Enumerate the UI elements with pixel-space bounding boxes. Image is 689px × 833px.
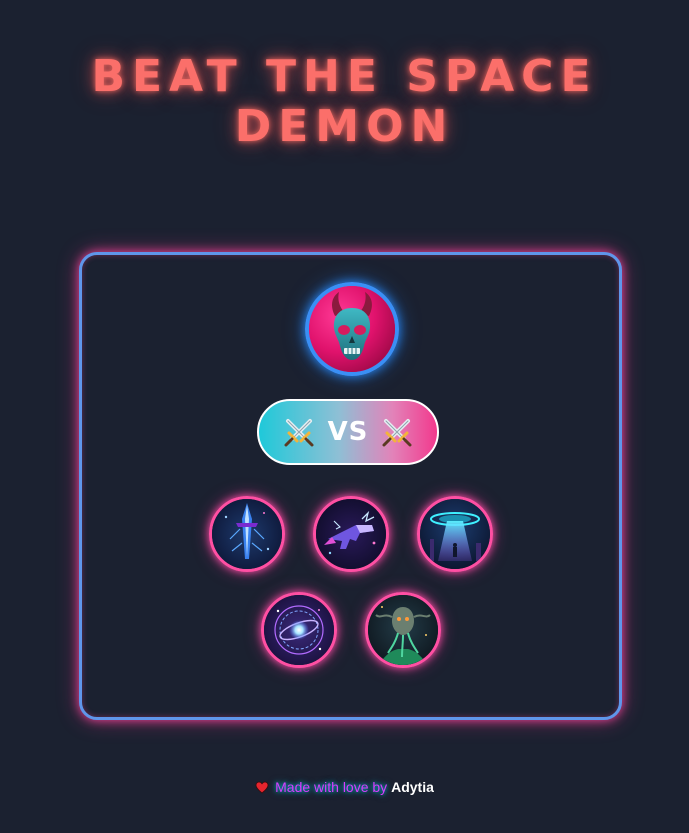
crossed-swords-icon: [382, 419, 412, 447]
hero-galaxy-portal[interactable]: [261, 592, 337, 668]
hero-tentacle-alien[interactable]: [365, 592, 441, 668]
footer: Made with love by Adytia: [0, 777, 689, 797]
game-title-line-1: BEAT THE SPACE: [91, 51, 598, 102]
heart-icon: [255, 781, 269, 794]
author-link[interactable]: Adytia: [391, 779, 434, 795]
vs-button[interactable]: VS: [257, 399, 439, 465]
hero-ufo-beam[interactable]: [417, 496, 493, 572]
plasma-blaster-icon: [316, 499, 386, 569]
tentacle-alien-icon: [368, 595, 438, 665]
crossed-swords-icon: [284, 419, 314, 447]
demon-skull-icon: [309, 286, 395, 372]
space-demon-avatar[interactable]: [305, 282, 399, 376]
hero-plasma-blaster[interactable]: [313, 496, 389, 572]
made-with-love-text: Made with love by: [275, 779, 388, 795]
crystal-sword-icon: [212, 499, 282, 569]
game-title: BEAT THE SPACE DEMON: [0, 52, 689, 152]
ufo-tractor-beam-icon: [420, 499, 490, 569]
hero-crystal-sword[interactable]: [209, 496, 285, 572]
galaxy-portal-icon: [264, 595, 334, 665]
game-title-line-2: DEMON: [234, 101, 455, 152]
vs-label: VS: [327, 417, 369, 447]
